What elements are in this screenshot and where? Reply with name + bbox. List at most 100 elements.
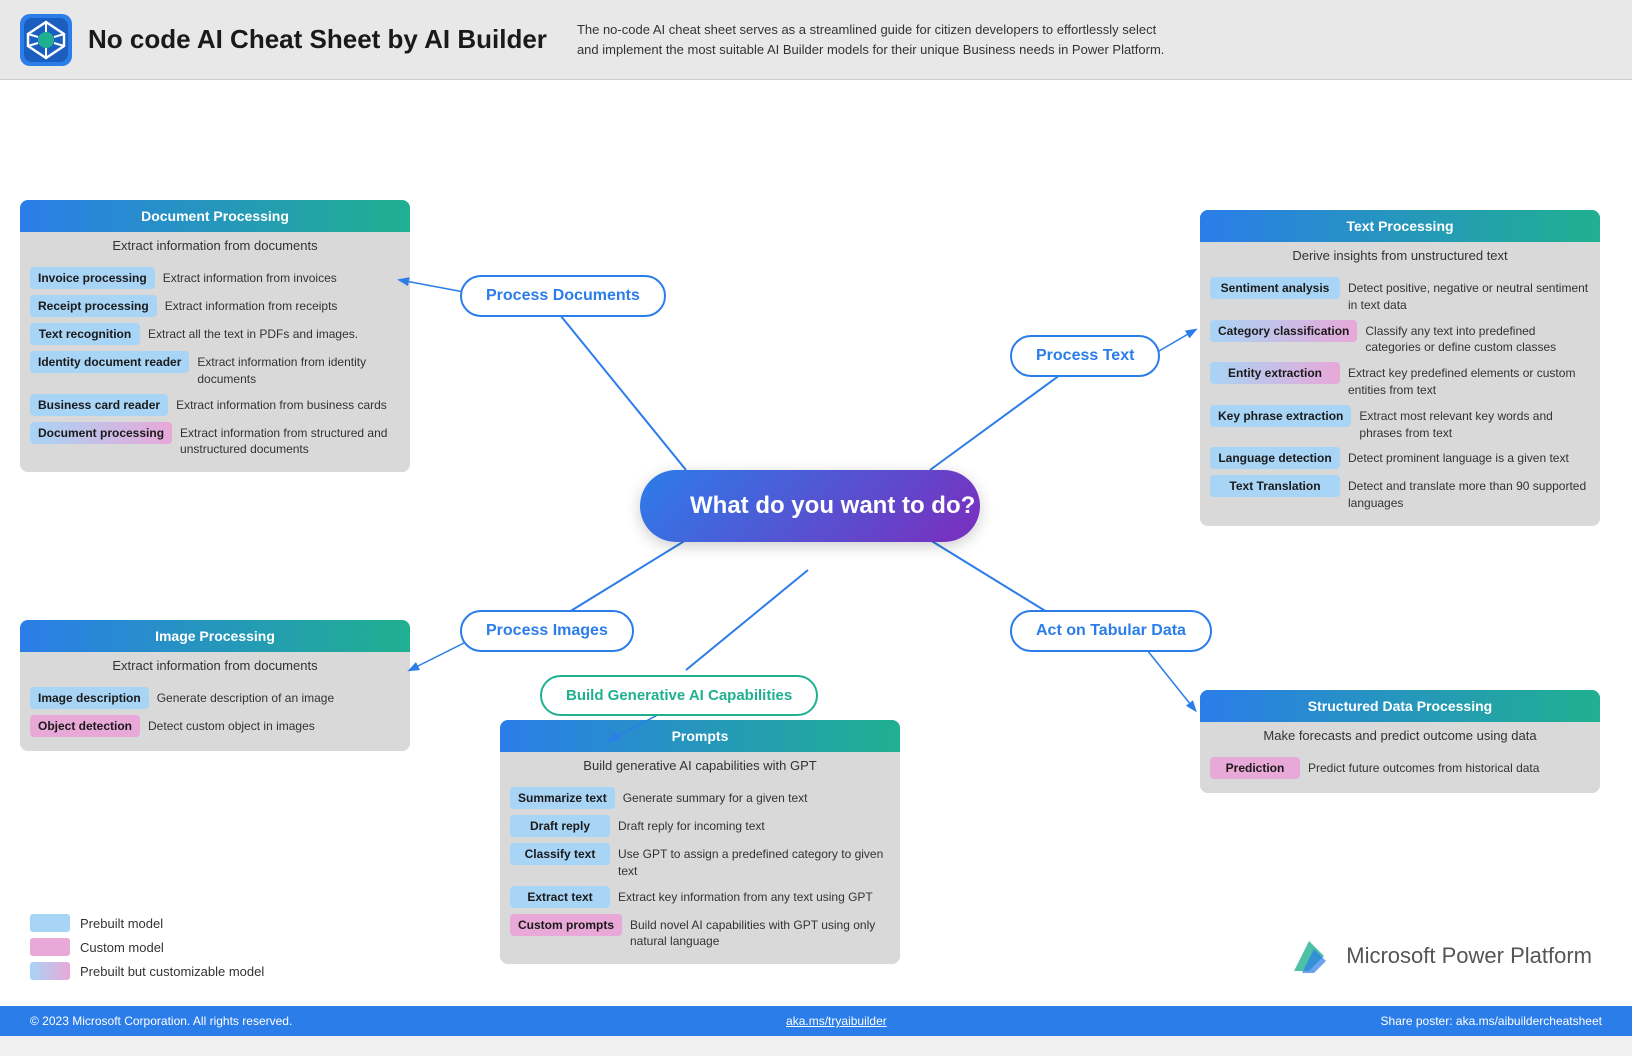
img-desc-label: Image description xyxy=(30,687,149,709)
biz-card-desc: Extract information from business cards xyxy=(176,394,387,414)
list-item: Category classification Classify any tex… xyxy=(1210,320,1590,357)
process-documents-oval: Process Documents xyxy=(460,275,666,317)
list-item: Classify text Use GPT to assign a predef… xyxy=(510,843,890,880)
classify-text-desc: Use GPT to assign a predefined category … xyxy=(618,843,890,880)
list-item: Invoice processing Extract information f… xyxy=(30,267,400,289)
process-text-oval: Process Text xyxy=(1010,335,1160,377)
sentiment-desc: Detect positive, negative or neutral sen… xyxy=(1348,277,1590,314)
header: No code AI Cheat Sheet by AI Builder The… xyxy=(0,0,1632,80)
legend-item-custom: Custom model xyxy=(30,938,264,956)
legend: Prebuilt model Custom model Prebuilt but… xyxy=(30,914,264,986)
img-processing-header: Image Processing xyxy=(20,620,410,652)
identity-doc-label: Identity document reader xyxy=(30,351,189,373)
prompts-body: Summarize text Generate summary for a gi… xyxy=(500,779,900,964)
list-item: Document processing Extract information … xyxy=(30,422,400,459)
doc-processing-header: Document Processing xyxy=(20,200,410,232)
biz-card-label: Business card reader xyxy=(30,394,168,416)
img-processing-body: Image description Generate description o… xyxy=(20,679,410,751)
list-item: Identity document reader Extract informa… xyxy=(30,351,400,388)
pp-icon xyxy=(1284,931,1334,981)
footer: © 2023 Microsoft Corporation. All rights… xyxy=(0,1006,1632,1036)
legend-label-custom: Custom model xyxy=(80,940,164,955)
process-images-oval: Process Images xyxy=(460,610,634,652)
lang-detect-label: Language detection xyxy=(1210,447,1340,469)
custom-prompts-desc: Build novel AI capabilities with GPT usi… xyxy=(630,914,890,951)
list-item: Text Translation Detect and translate mo… xyxy=(1210,475,1590,512)
prompts-subtitle: Build generative AI capabilities with GP… xyxy=(500,752,900,779)
footer-share: Share poster: aka.ms/aibuildercheatsheet xyxy=(1381,1014,1602,1028)
footer-copyright: © 2023 Microsoft Corporation. All rights… xyxy=(30,1014,292,1028)
img-processing-subtitle: Extract information from documents xyxy=(20,652,410,679)
extract-text-desc: Extract key information from any text us… xyxy=(618,886,873,906)
act-tabular-oval: Act on Tabular Data xyxy=(1010,610,1212,652)
prediction-desc: Predict future outcomes from historical … xyxy=(1308,757,1539,777)
list-item: Entity extraction Extract key predefined… xyxy=(1210,362,1590,399)
extract-text-label: Extract text xyxy=(510,886,610,908)
structured-data-subtitle: Make forecasts and predict outcome using… xyxy=(1200,722,1600,749)
text-recognition-label: Text recognition xyxy=(30,323,140,345)
text-processing-subtitle: Derive insights from unstructured text xyxy=(1200,242,1600,269)
structured-data-body: Prediction Predict future outcomes from … xyxy=(1200,749,1600,793)
list-item: Object detection Detect custom object in… xyxy=(30,715,400,737)
prompts-box: Prompts Build generative AI capabilities… xyxy=(500,720,900,964)
list-item: Summarize text Generate summary for a gi… xyxy=(510,787,890,809)
obj-detect-label: Object detection xyxy=(30,715,140,737)
text-processing-body: Sentiment analysis Detect positive, nega… xyxy=(1200,269,1600,526)
prediction-label: Prediction xyxy=(1210,757,1300,779)
custom-prompts-label: Custom prompts xyxy=(510,914,622,936)
img-desc-desc: Generate description of an image xyxy=(157,687,334,707)
receipt-processing-label: Receipt processing xyxy=(30,295,157,317)
list-item: Custom prompts Build novel AI capabiliti… xyxy=(510,914,890,951)
pp-label: Microsoft Power Platform xyxy=(1346,943,1592,969)
list-item: Image description Generate description o… xyxy=(30,687,400,709)
list-item: Sentiment analysis Detect positive, nega… xyxy=(1210,277,1590,314)
text-processing-header: Text Processing xyxy=(1200,210,1600,242)
legend-item-gradient: Prebuilt but customizable model xyxy=(30,962,264,980)
doc-processing-subtitle: Extract information from documents xyxy=(20,232,410,259)
main-content: What do you want to do? Process Document… xyxy=(0,80,1632,1036)
text-processing-box: Text Processing Derive insights from uns… xyxy=(1200,210,1600,526)
text-trans-desc: Detect and translate more than 90 suppor… xyxy=(1348,475,1590,512)
list-item: Extract text Extract key information fro… xyxy=(510,886,890,908)
legend-label-prebuilt: Prebuilt model xyxy=(80,916,163,931)
entity-label: Entity extraction xyxy=(1210,362,1340,384)
legend-item-prebuilt: Prebuilt model xyxy=(30,914,264,932)
obj-detect-desc: Detect custom object in images xyxy=(148,715,315,735)
invoice-processing-label: Invoice processing xyxy=(30,267,155,289)
footer-link[interactable]: aka.ms/tryaibuilder xyxy=(786,1014,887,1028)
sentiment-label: Sentiment analysis xyxy=(1210,277,1340,299)
text-trans-label: Text Translation xyxy=(1210,475,1340,497)
lang-detect-desc: Detect prominent language is a given tex… xyxy=(1348,447,1569,467)
central-hub: What do you want to do? xyxy=(640,470,980,542)
document-processing-box: Document Processing Extract information … xyxy=(20,200,410,472)
doc-proc-desc: Extract information from structured and … xyxy=(180,422,400,459)
draft-reply-label: Draft reply xyxy=(510,815,610,837)
doc-processing-body: Invoice processing Extract information f… xyxy=(20,259,410,472)
build-gen-ai-oval: Build Generative AI Capabilities xyxy=(540,675,818,716)
cat-class-label: Category classification xyxy=(1210,320,1357,342)
key-phrase-desc: Extract most relevant key words and phra… xyxy=(1359,405,1590,442)
legend-label-gradient: Prebuilt but customizable model xyxy=(80,964,264,979)
key-phrase-label: Key phrase extraction xyxy=(1210,405,1351,427)
summarize-desc: Generate summary for a given text xyxy=(623,787,808,807)
list-item: Business card reader Extract information… xyxy=(30,394,400,416)
summarize-label: Summarize text xyxy=(510,787,615,809)
structured-data-header: Structured Data Processing xyxy=(1200,690,1600,722)
list-item: Language detection Detect prominent lang… xyxy=(1210,447,1590,469)
doc-proc-label: Document processing xyxy=(30,422,172,444)
invoice-processing-desc: Extract information from invoices xyxy=(163,267,337,287)
legend-swatch-pink xyxy=(30,938,70,956)
legend-swatch-blue xyxy=(30,914,70,932)
classify-text-label: Classify text xyxy=(510,843,610,865)
list-item: Prediction Predict future outcomes from … xyxy=(1210,757,1590,779)
power-platform-logo: Microsoft Power Platform xyxy=(1284,931,1592,981)
list-item: Key phrase extraction Extract most relev… xyxy=(1210,405,1590,442)
header-description: The no-code AI cheat sheet serves as a s… xyxy=(577,20,1177,59)
receipt-processing-desc: Extract information from receipts xyxy=(165,295,338,315)
identity-doc-desc: Extract information from identity docume… xyxy=(197,351,400,388)
entity-desc: Extract key predefined elements or custo… xyxy=(1348,362,1590,399)
prompts-header: Prompts xyxy=(500,720,900,752)
legend-swatch-gradient xyxy=(30,962,70,980)
list-item: Draft reply Draft reply for incoming tex… xyxy=(510,815,890,837)
cat-class-desc: Classify any text into predefined catego… xyxy=(1365,320,1590,357)
